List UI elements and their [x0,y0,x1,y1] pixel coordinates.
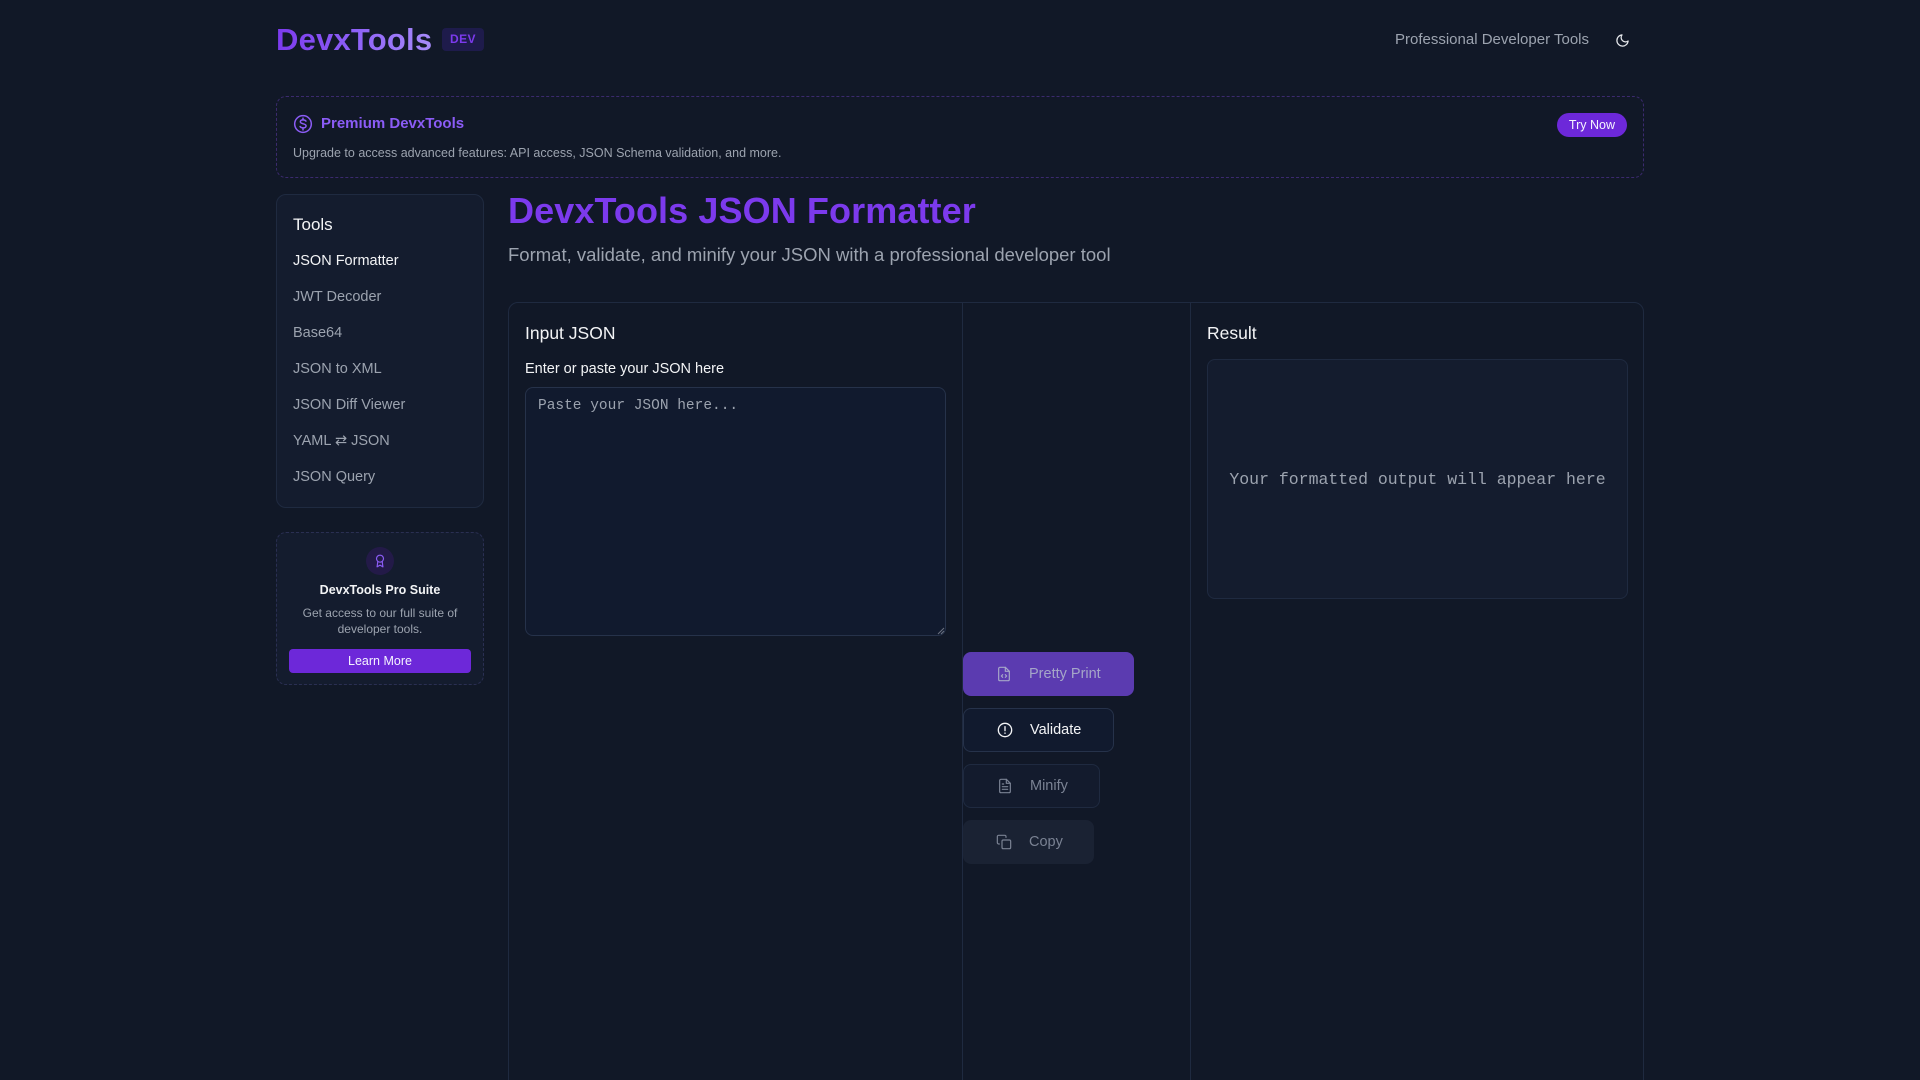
result-panel-title: Result [1207,323,1257,343]
minify-label: Minify [1030,778,1068,794]
sidebar-item-json-to-xml[interactable]: JSON to XML [293,361,405,397]
sidebar-item-yaml-json[interactable]: YAML ⇄ JSON [293,433,405,469]
sidebar-list: JSON Formatter JWT Decoder Base64 JSON t… [293,253,405,505]
copy-label: Copy [1029,834,1063,850]
sidebar-title: Tools [293,215,333,234]
theme-toggle-button[interactable] [1608,26,1636,54]
banner-title: Premium DevxTools [321,115,465,132]
formatter-workspace: Input JSON Enter or paste your JSON here… [508,302,1644,1080]
pretty-print-button[interactable]: Pretty Print [963,652,1134,696]
result-panel: Result Your formatted output will appear… [1191,303,1645,1080]
sidebar-item-base64[interactable]: Base64 [293,325,405,361]
pro-card-title: DevxTools Pro Suite [319,583,441,597]
page-title: DevxTools JSON Formatter [508,190,976,231]
copy-icon [995,833,1013,851]
input-panel-title: Input JSON [525,323,616,343]
result-output[interactable]: Your formatted output will appear here [1207,359,1628,599]
award-icon [366,547,394,575]
dev-badge: DEV [442,28,484,51]
learn-more-button[interactable]: Learn More [289,649,471,673]
pro-card-description: Get access to our full suite of develope… [302,606,458,636]
file-code-icon [995,665,1013,683]
tools-sidebar: Tools JSON Formatter JWT Decoder Base64 … [276,194,484,508]
header-tagline: Professional Developer Tools [1395,31,1589,48]
result-placeholder: Your formatted output will appear here [1229,469,1606,489]
pro-suite-card: DevxTools Pro Suite Get access to our fu… [276,532,484,685]
resize-handle-icon[interactable] [937,627,945,635]
sidebar-item-jwt-decoder[interactable]: JWT Decoder [293,289,405,325]
alert-circle-icon [996,721,1014,739]
page: DevxTools DEV Professional Developer Too… [0,0,1920,1080]
sidebar-item-json-diff-viewer[interactable]: JSON Diff Viewer [293,397,405,433]
logo[interactable]: DevxTools [276,22,432,58]
input-field-label: Enter or paste your JSON here [525,361,725,377]
sidebar-item-json-query[interactable]: JSON Query [293,469,405,505]
validate-label: Validate [1030,722,1082,738]
pretty-print-label: Pretty Print [1029,666,1101,682]
sidebar-item-json-formatter[interactable]: JSON Formatter [293,253,405,289]
page-subtitle: Format, validate, and minify your JSON w… [508,244,1111,265]
minify-button[interactable]: Minify [963,764,1100,808]
banner-description: Upgrade to access advanced features: API… [293,146,782,160]
top-header: DevxTools DEV Professional Developer Too… [276,0,1644,80]
file-text-icon [996,777,1014,795]
try-now-button[interactable]: Try Now [1556,113,1627,137]
json-input-textarea[interactable] [525,387,946,636]
premium-banner: Premium DevxTools Upgrade to access adva… [276,96,1644,178]
copy-button[interactable]: Copy [963,820,1094,864]
validate-button[interactable]: Validate [963,708,1114,752]
moon-icon [1615,33,1629,47]
dollar-circle-icon [293,114,313,134]
